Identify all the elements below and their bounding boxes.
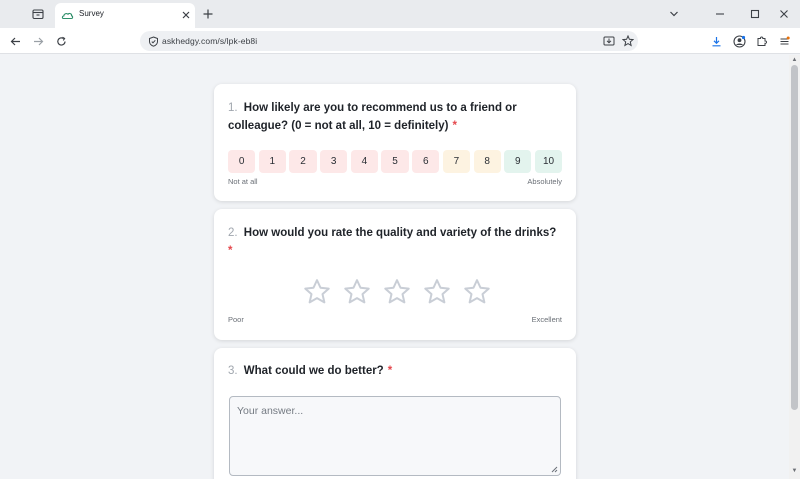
install-app-icon[interactable] [602,34,616,48]
tab-close-icon[interactable] [179,8,193,22]
question-title-2: 2. How would you rate the quality and va… [228,224,563,260]
question-number: 1. [228,102,238,114]
reload-icon[interactable] [53,33,69,49]
page-scrollbar[interactable]: ▲ ▼ [789,55,800,479]
nps-option-4[interactable]: 4 [350,150,379,173]
star-icon[interactable] [380,275,414,309]
nps-option-8[interactable]: 8 [473,150,501,173]
back-arrow-icon[interactable] [7,33,23,49]
nps-option-1[interactable]: 1 [258,150,286,173]
star-icon[interactable] [300,275,334,309]
question-number: 2. [228,227,238,239]
rating-low-label: Poor [228,315,244,324]
question-text: What could we do better? [243,365,384,377]
nps-scale: 0 1 2 3 4 5 6 7 8 9 10 [228,150,563,173]
required-marker: * [452,120,457,132]
scale-low-label: Not at all [228,177,258,186]
question-card-3: 3. What could we do better? * [214,348,576,479]
nps-option-9[interactable]: 9 [504,150,532,173]
question-card-2: 2. How would you rate the quality and va… [214,209,576,340]
close-window-icon[interactable] [776,6,792,22]
required-marker: * [387,365,393,377]
nps-option-0[interactable]: 0 [228,150,256,173]
question-title-1: 1. How likely are you to recommend us to… [228,99,563,135]
shield-icon[interactable] [146,34,160,48]
scale-high-label: Absolutely [527,177,562,186]
nps-option-2[interactable]: 2 [289,150,317,173]
star-icon[interactable] [340,275,374,309]
question-text: How would you rate the quality and varie… [243,227,557,239]
profile-avatar-icon[interactable] [731,33,747,49]
maximize-icon[interactable] [747,6,763,22]
address-bar[interactable]: askhedgy.com/s/lpk-eb8i [140,31,638,51]
tab-title: Survey [79,9,104,18]
menu-icon[interactable] [776,33,792,49]
question-title-3: 3. What could we do better? * [228,362,563,380]
question-card-1: 1. How likely are you to recommend us to… [214,84,576,201]
scroll-up-arrow-icon[interactable]: ▲ [791,57,798,64]
star-icon[interactable] [420,275,454,309]
tab-survey[interactable]: Survey [55,3,195,28]
nps-option-10[interactable]: 10 [534,150,563,173]
page-viewport: 1. How likely are you to recommend us to… [0,55,789,479]
tab-bar: Survey [0,0,800,28]
new-tab-icon[interactable] [200,6,216,22]
star-icon[interactable] [460,275,494,309]
star-rating [300,275,494,309]
answer-textarea[interactable] [230,397,560,475]
scroll-thumb[interactable] [791,65,798,410]
extensions-puzzle-icon[interactable] [754,33,770,49]
answer-box [229,396,561,476]
url-text: askhedgy.com/s/lpk-eb8i [162,36,258,46]
nps-option-5[interactable]: 5 [381,150,409,173]
forward-arrow-icon[interactable] [30,33,46,49]
question-text: How likely are you to recommend us to a … [228,102,517,132]
browser-toolbar: askhedgy.com/s/lpk-eb8i [0,28,800,54]
hedgy-favicon-icon [61,9,74,22]
scroll-down-arrow-icon[interactable]: ▼ [791,468,798,475]
chevron-down-icon[interactable] [666,6,682,22]
bookmark-star-icon[interactable] [621,34,635,48]
rating-high-label: Excellent [531,315,562,324]
nps-option-7[interactable]: 7 [442,150,471,173]
minimize-icon[interactable] [712,6,728,22]
download-icon[interactable] [708,33,724,49]
nps-option-3[interactable]: 3 [320,150,348,173]
question-number: 3. [228,365,238,377]
tab-list-icon[interactable] [30,6,46,22]
nps-option-6[interactable]: 6 [412,150,440,173]
required-marker: * [228,245,233,257]
resize-grip-icon[interactable] [550,465,558,473]
